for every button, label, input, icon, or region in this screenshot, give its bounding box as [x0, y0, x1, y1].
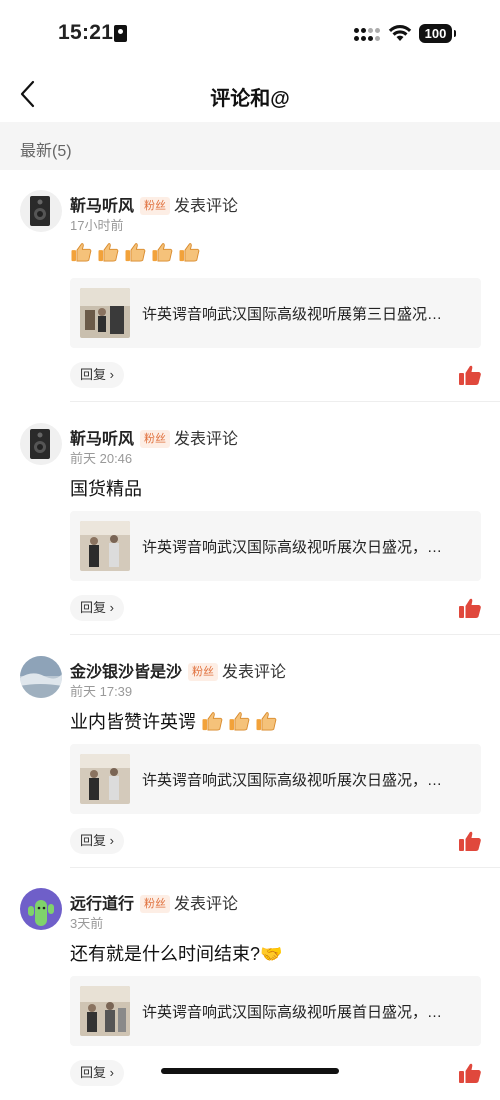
article-card[interactable]: 许英谔音响武汉国际高级视听展第三日盛况…: [70, 278, 481, 348]
user-line: 靳马听风 粉丝 发表评论: [70, 192, 238, 216]
article-card[interactable]: 许英谔音响武汉国际高级视听展首日盛况，…: [70, 976, 481, 1046]
cellular-signal-icon: [354, 26, 382, 44]
home-indicator[interactable]: [161, 1068, 339, 1074]
user-line: 远行道行 粉丝 发表评论: [70, 890, 238, 914]
nav-bar: 评论和@: [0, 66, 500, 122]
article-thumbnail: [80, 986, 130, 1036]
user-avatar[interactable]: [20, 423, 62, 465]
thumbs-up-emoji-icon: [229, 712, 250, 731]
divider: [70, 401, 500, 402]
comment-time: 前天 17:39: [70, 684, 133, 699]
thumbs-up-emoji-icon: [152, 243, 173, 262]
like-thumbs-up-icon[interactable]: [458, 364, 482, 386]
comment-text: [70, 242, 205, 264]
article-title: 许英谔音响武汉国际高级视听展第三日盛况…: [142, 306, 443, 323]
article-thumbnail: [80, 288, 130, 338]
action-text: 发表评论: [174, 198, 239, 215]
article-card[interactable]: 许英谔音响武汉国际高级视听展次日盛况，…: [70, 511, 481, 581]
id-card-icon: [114, 25, 127, 42]
emoji-thumbs: [201, 712, 282, 732]
like-thumbs-up-icon[interactable]: [458, 830, 482, 852]
status-time: 15:21: [58, 21, 114, 44]
comment-item: 靳马听风 粉丝 发表评论 17小时前 许英谔音响武汉国际高级视听展第三日盛况… 回复…: [0, 170, 500, 402]
battery-tip: [454, 30, 456, 37]
user-line: 靳马听风 粉丝 发表评论: [70, 425, 238, 449]
fan-badge: 粉丝: [188, 663, 219, 681]
thumbs-up-emoji-icon: [98, 243, 119, 262]
thumbs-up-emoji-icon: [202, 712, 223, 731]
reply-button[interactable]: 回复 ›: [70, 362, 124, 388]
action-text: 发表评论: [174, 431, 239, 448]
user-avatar[interactable]: [20, 190, 62, 232]
status-bar: 15:21 100: [0, 0, 500, 66]
section-label: 最新(5): [20, 143, 72, 160]
thumbs-up-emoji-icon: [125, 243, 146, 262]
user-name[interactable]: 靳马听风: [70, 198, 134, 215]
article-thumbnail: [80, 754, 130, 804]
article-title: 许英谔音响武汉国际高级视听展首日盛况，…: [142, 1004, 443, 1021]
thumbs-up-emoji-icon: [71, 243, 92, 262]
comment-text: 国货精品: [70, 475, 142, 501]
article-thumbnail: [80, 521, 130, 571]
user-avatar[interactable]: [20, 656, 62, 698]
page-title: 评论和@: [210, 88, 290, 110]
article-card[interactable]: 许英谔音响武汉国际高级视听展次日盛况，…: [70, 744, 481, 814]
user-name[interactable]: 金沙银沙皆是沙: [70, 664, 182, 681]
comment-text-content: 还有就是什么时间结束?🤝: [70, 944, 283, 964]
thumbs-up-emoji-icon: [256, 712, 277, 731]
emoji-thumbs: [70, 243, 205, 263]
comment-text-content: 国货精品: [70, 479, 142, 499]
article-title: 许英谔音响武汉国际高级视听展次日盛况，…: [142, 772, 443, 789]
comment-time: 前天 20:46: [70, 451, 133, 466]
battery-icon: 100: [419, 24, 452, 43]
comment-time: 3天前: [70, 916, 104, 931]
fan-badge: 粉丝: [140, 197, 171, 215]
comment-item: 远行道行 粉丝 发表评论 3天前 还有就是什么时间结束?🤝 许英谔音响武汉国际高级视…: [0, 868, 500, 1100]
thumbs-up-emoji-icon: [179, 243, 200, 262]
action-text: 发表评论: [222, 664, 287, 681]
fan-badge: 粉丝: [140, 895, 171, 913]
comment-text: 还有就是什么时间结束?🤝: [70, 940, 282, 966]
user-name[interactable]: 靳马听风: [70, 431, 134, 448]
like-thumbs-up-icon[interactable]: [458, 1062, 482, 1084]
like-thumbs-up-icon[interactable]: [458, 597, 482, 619]
article-title: 许英谔音响武汉国际高级视听展次日盛况，…: [142, 539, 443, 556]
action-text: 发表评论: [174, 896, 239, 913]
wifi-icon: [388, 25, 412, 41]
comment-text-content: 业内皆赞许英谔: [70, 712, 196, 732]
comment-item: 靳马听风 粉丝 发表评论 前天 20:46 国货精品 许英谔音响武汉国际高级视听展次…: [0, 403, 500, 635]
reply-button[interactable]: 回复 ›: [70, 595, 124, 621]
user-name[interactable]: 远行道行: [70, 896, 134, 913]
comment-item: 金沙银沙皆是沙 粉丝 发表评论 前天 17:39 业内皆赞许英谔 许英谔音响武汉国际…: [0, 636, 500, 868]
reply-button[interactable]: 回复 ›: [70, 828, 124, 854]
section-header: 最新(5): [0, 122, 500, 170]
divider: [70, 634, 500, 635]
reply-button[interactable]: 回复 ›: [70, 1060, 124, 1086]
comment-text: 业内皆赞许英谔: [70, 708, 282, 734]
user-avatar[interactable]: [20, 888, 62, 930]
user-line: 金沙银沙皆是沙 粉丝 发表评论: [70, 658, 286, 682]
comment-time: 17小时前: [70, 218, 124, 233]
fan-badge: 粉丝: [140, 430, 171, 448]
